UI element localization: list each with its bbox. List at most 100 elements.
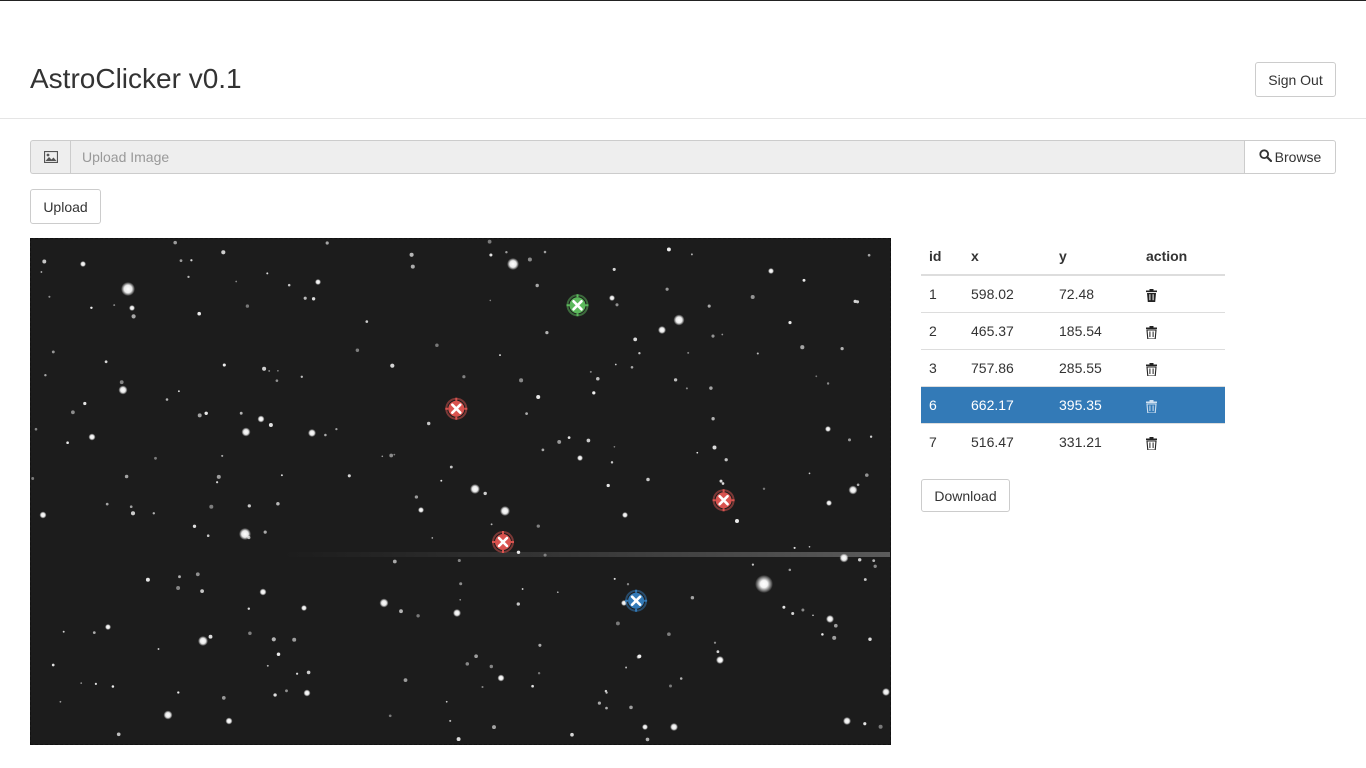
- faint-star: [716, 650, 720, 654]
- row-y: 185.54: [1051, 312, 1138, 350]
- faint-star: [826, 382, 830, 385]
- faint-star: [791, 611, 795, 616]
- marker-crosshair-x-icon[interactable]: [492, 531, 514, 553]
- faint-star: [802, 278, 806, 282]
- marker-crosshair-x-icon[interactable]: [625, 589, 648, 612]
- bright-star: [500, 506, 510, 516]
- upload-button[interactable]: Upload: [30, 189, 101, 224]
- faint-star: [34, 427, 38, 431]
- faint-star: [626, 583, 630, 586]
- faint-star: [863, 578, 867, 581]
- bright-star: [121, 282, 135, 296]
- upload-image-field[interactable]: [70, 140, 1245, 174]
- bright-star: [453, 609, 461, 617]
- faint-star: [499, 354, 501, 357]
- faint-star: [204, 411, 208, 416]
- faint-star: [94, 682, 97, 685]
- faint-star: [285, 689, 288, 693]
- marker-crosshair-x-icon[interactable]: [566, 294, 589, 317]
- faint-star: [556, 591, 559, 594]
- faint-star: [48, 295, 51, 298]
- sign-out-button[interactable]: Sign Out: [1255, 62, 1336, 97]
- faint-star: [519, 378, 524, 383]
- faint-star: [178, 575, 181, 579]
- faint-star: [266, 664, 269, 667]
- faint-star: [756, 352, 759, 355]
- trash-icon[interactable]: [1146, 360, 1157, 377]
- satellite-streak: [281, 552, 890, 557]
- marker-crosshair-x-icon[interactable]: [445, 397, 468, 420]
- faint-star: [300, 375, 303, 378]
- faint-star: [129, 505, 133, 509]
- faint-star: [365, 320, 369, 323]
- download-button[interactable]: Download: [921, 479, 1010, 512]
- bright-star: [470, 484, 480, 494]
- faint-star: [388, 714, 392, 718]
- faint-star: [456, 737, 461, 742]
- faint-star: [435, 343, 439, 348]
- table-row[interactable]: 3 757.86 285.55: [921, 349, 1225, 387]
- bright-star: [843, 717, 851, 725]
- trash-icon[interactable]: [1146, 286, 1157, 302]
- row-id: 7: [921, 423, 963, 460]
- faint-star: [567, 436, 571, 439]
- faint-star: [176, 586, 181, 590]
- bright-star: [642, 724, 648, 730]
- faint-star: [113, 304, 116, 307]
- faint-star: [200, 589, 204, 593]
- faint-star: [869, 435, 873, 438]
- table-row[interactable]: 7 516.47 331.21: [921, 423, 1225, 460]
- faint-star: [545, 330, 549, 335]
- faint-star: [177, 390, 180, 393]
- faint-star: [543, 250, 547, 254]
- faint-star: [104, 360, 108, 364]
- faint-star: [793, 546, 796, 549]
- faint-star: [239, 411, 243, 415]
- bright-star: [418, 507, 424, 513]
- faint-star: [409, 252, 414, 257]
- faint-star: [638, 352, 641, 355]
- faint-star: [276, 652, 281, 657]
- faint-star: [465, 662, 470, 666]
- star-image-canvas[interactable]: [30, 238, 891, 745]
- faint-star: [782, 605, 786, 609]
- faint-star: [195, 572, 200, 577]
- faint-star: [216, 481, 219, 484]
- bright-star: [315, 279, 321, 285]
- table-row-selected[interactable]: 6 662.17 395.35: [921, 386, 1225, 424]
- trash-icon[interactable]: [1146, 323, 1157, 340]
- faint-star: [42, 259, 47, 264]
- faint-star: [833, 623, 838, 628]
- faint-star: [247, 607, 250, 610]
- bright-star: [768, 268, 774, 274]
- faint-star: [535, 283, 539, 288]
- star-field-image[interactable]: [31, 239, 890, 744]
- trash-icon[interactable]: [1146, 434, 1157, 451]
- faint-star: [527, 257, 532, 262]
- browse-button[interactable]: Browse: [1245, 140, 1336, 174]
- faint-star: [131, 314, 136, 319]
- table-row[interactable]: 2 465.37 185.54: [921, 312, 1225, 350]
- row-id: 2: [921, 312, 963, 350]
- marker-crosshair-x-icon[interactable]: [712, 489, 735, 512]
- faint-star: [416, 614, 420, 618]
- bright-star: [129, 305, 135, 311]
- faint-star: [538, 643, 542, 647]
- faint-star: [712, 445, 717, 450]
- trash-icon[interactable]: [1146, 397, 1157, 414]
- faint-star: [685, 387, 688, 390]
- faint-star: [597, 701, 602, 705]
- bright-star: [239, 528, 251, 540]
- bright-star: [259, 588, 267, 596]
- faint-star: [311, 297, 316, 301]
- faint-star: [615, 621, 620, 626]
- bright-star: [241, 427, 251, 437]
- faint-star: [235, 280, 238, 283]
- faint-star: [646, 477, 650, 482]
- faint-star: [347, 474, 351, 478]
- faint-star: [83, 401, 87, 406]
- faint-star: [209, 504, 214, 509]
- table-row[interactable]: 1 598.02 72.48: [921, 274, 1225, 313]
- sky-background: [31, 239, 890, 744]
- faint-star: [721, 482, 725, 485]
